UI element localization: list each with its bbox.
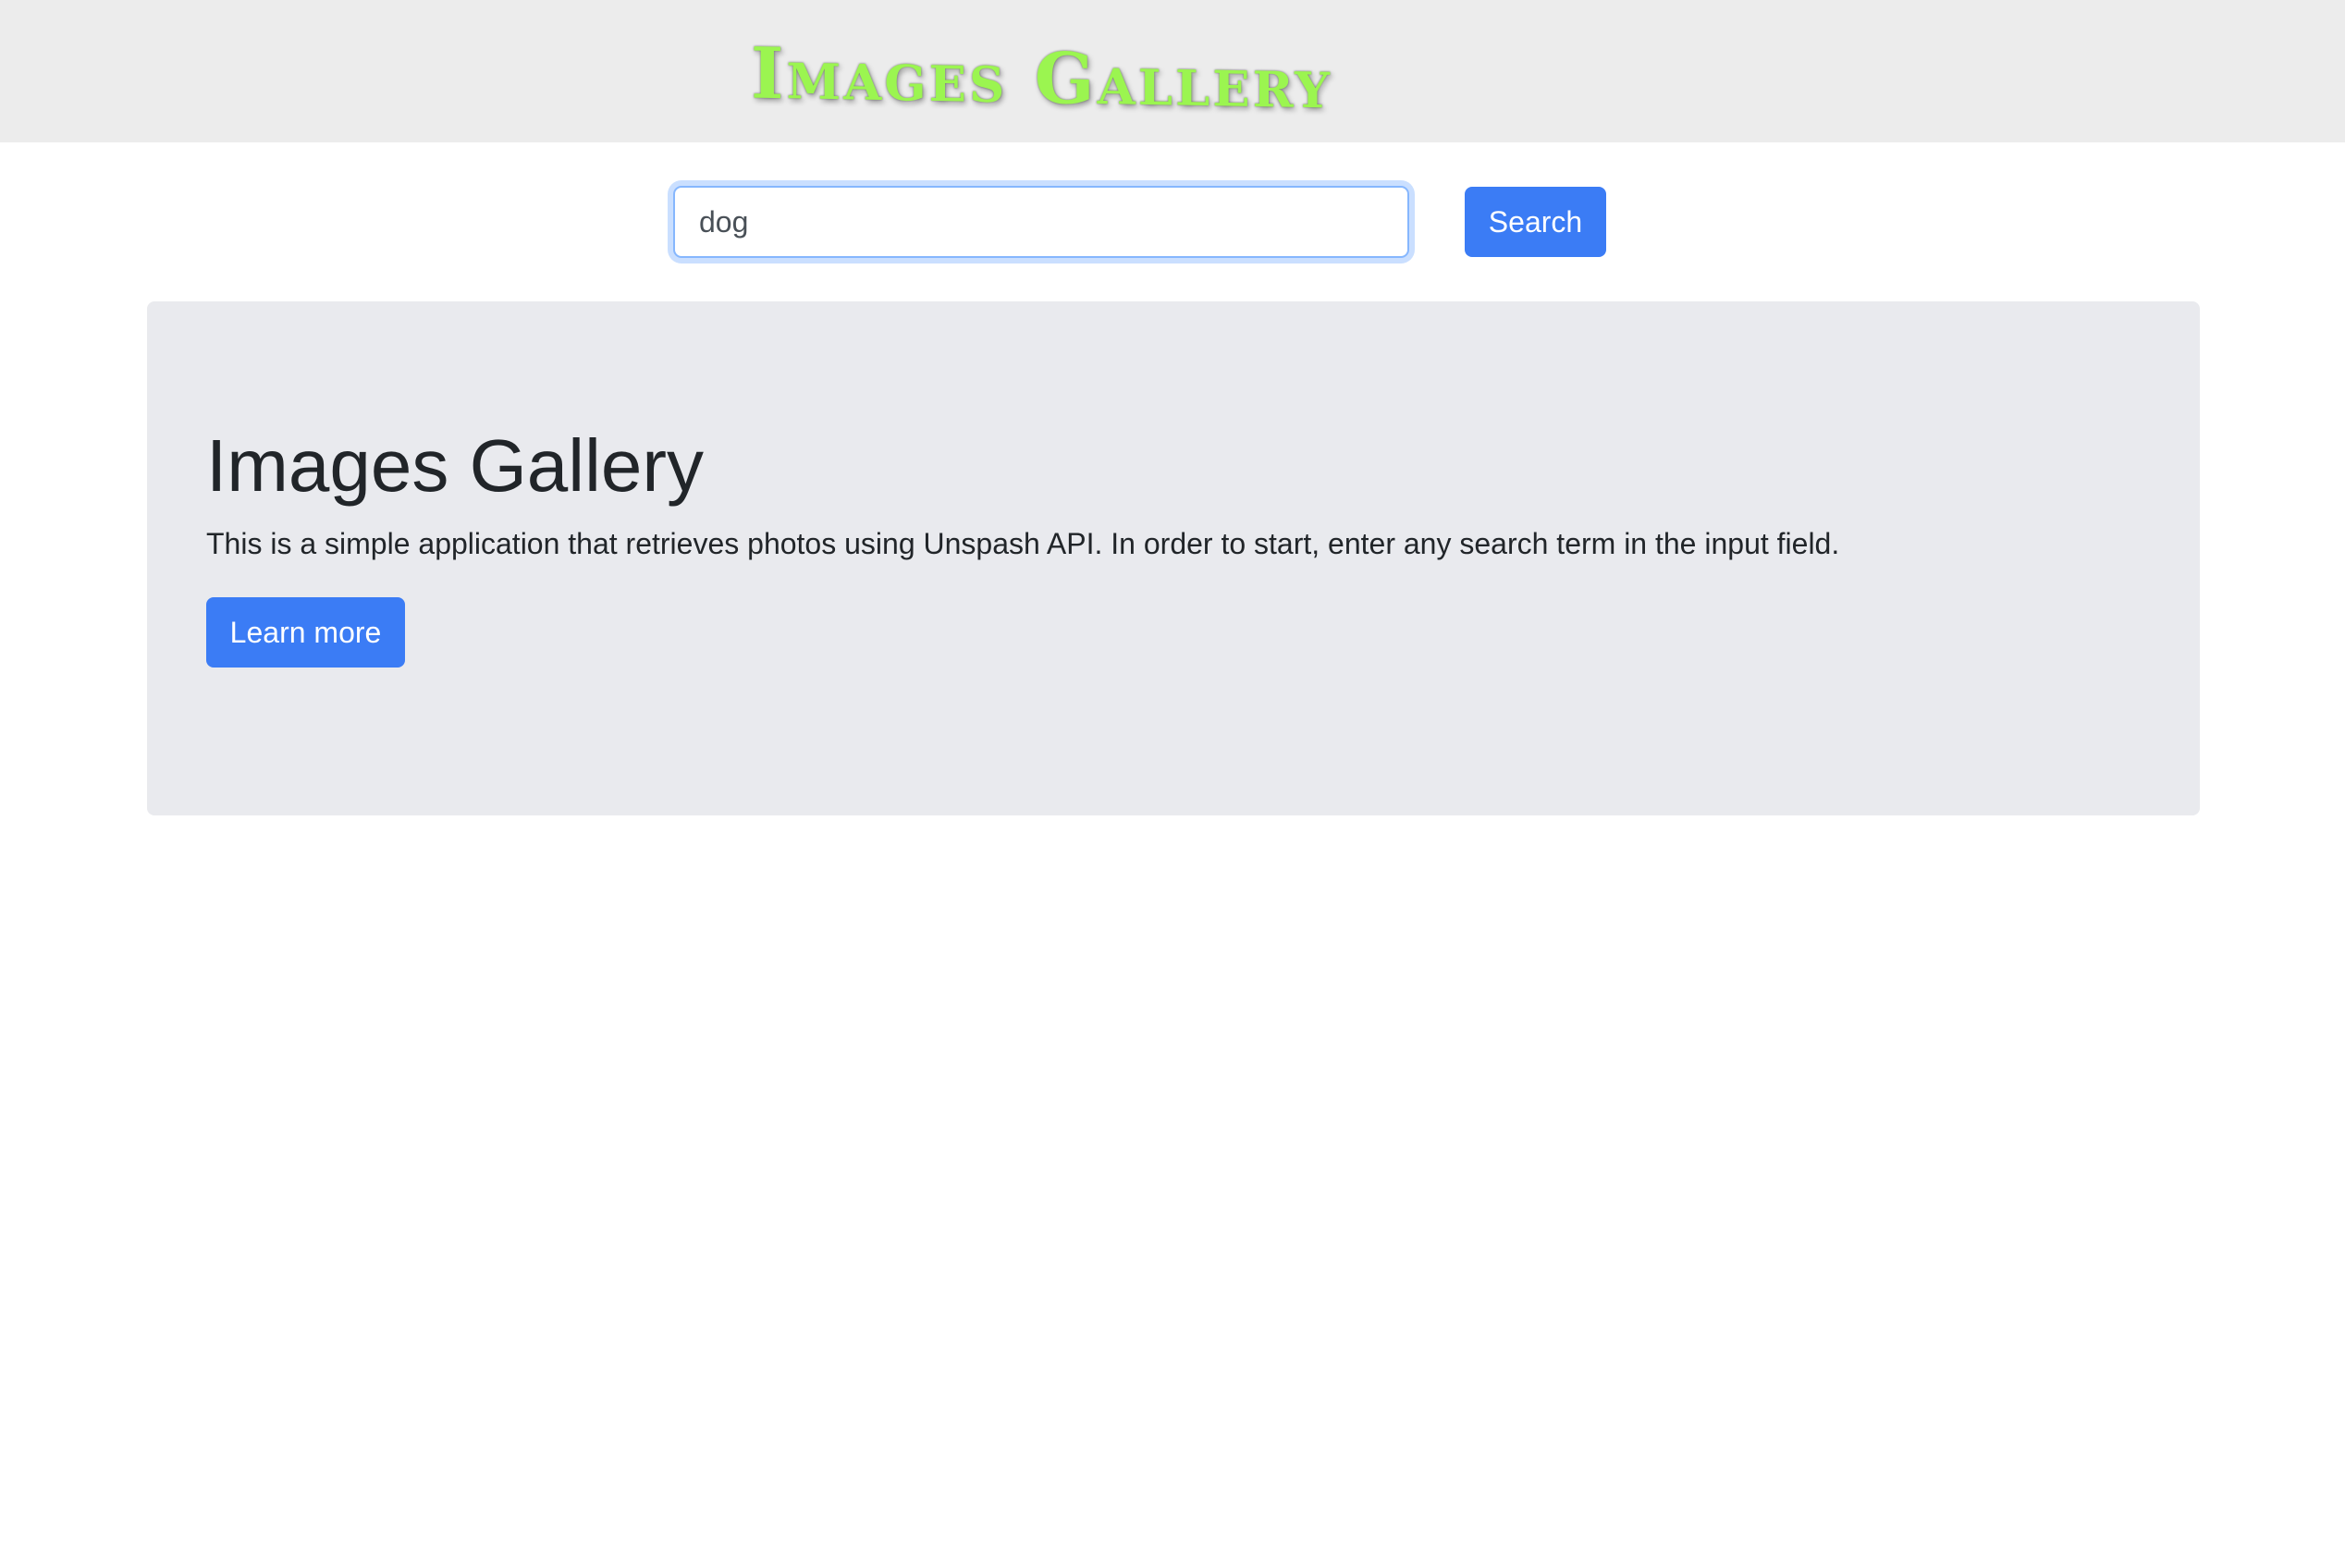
- description: This is a simple application that retrie…: [206, 527, 1840, 560]
- header: Images Gallery: [0, 0, 2345, 142]
- logo: Images Gallery: [751, 31, 1332, 125]
- jumbotron: Images Gallery This is a simple applicat…: [147, 301, 2200, 815]
- page-title: Images Gallery: [206, 424, 704, 507]
- search-input[interactable]: [673, 186, 1409, 258]
- learn-more-button[interactable]: Learn more: [206, 597, 405, 668]
- search-button[interactable]: Search: [1465, 187, 1606, 257]
